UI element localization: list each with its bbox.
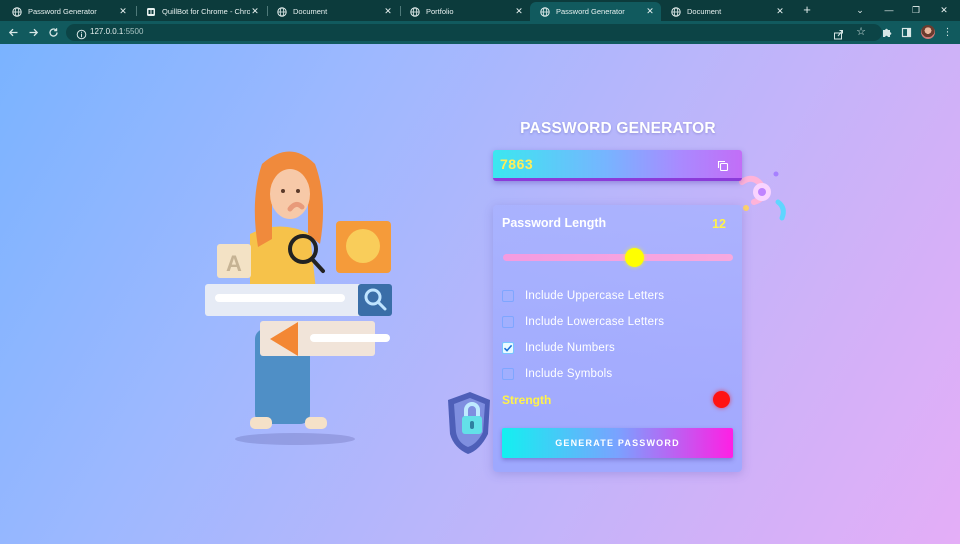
decorative-cursor-icon — [739, 171, 786, 221]
browser-tab-strip: Password Generator ✕ QuillBot for Chrome… — [0, 0, 960, 21]
tab-title: Document — [687, 7, 722, 16]
strength-indicator — [713, 391, 730, 408]
address-bar[interactable]: 127.0.0.1:5500 ☆ — [66, 24, 882, 41]
tab-search-icon[interactable]: ⌄ — [853, 3, 867, 17]
new-tab-button[interactable]: + — [800, 3, 814, 17]
option-label: Include Numbers — [525, 342, 615, 354]
bookmark-star-icon[interactable]: ☆ — [856, 25, 866, 38]
close-tab-icon[interactable]: ✕ — [383, 6, 393, 17]
globe-icon — [410, 6, 420, 17]
svg-text:A: A — [226, 251, 242, 276]
minimize-icon[interactable]: — — [882, 3, 896, 17]
back-icon[interactable] — [7, 26, 20, 39]
app-title: PASSWORD GENERATOR — [520, 120, 716, 137]
girl-with-search-bar-illustration: A — [205, 151, 392, 445]
globe-icon — [540, 6, 550, 17]
close-tab-icon[interactable]: ✕ — [250, 6, 260, 17]
reload-icon[interactable] — [47, 26, 60, 39]
url-port: :5500 — [123, 27, 144, 36]
password-length-value: 12 — [712, 217, 726, 231]
length-slider-thumb[interactable] — [625, 248, 644, 267]
option-label: Include Symbols — [525, 368, 613, 380]
generated-password: 7863 — [500, 156, 534, 172]
tab-password-generator-active[interactable]: Password Generator ✕ — [530, 2, 661, 21]
restore-icon[interactable]: ❐ — [909, 3, 923, 17]
padlock-shield-icon — [448, 392, 490, 454]
tab-password-generator-1[interactable]: Password Generator ✕ — [2, 2, 134, 21]
option-lowercase[interactable]: Include Lowercase Letters — [502, 314, 732, 330]
tab-title: Password Generator — [556, 7, 625, 16]
tab-title: QuillBot for Chrome - Chro — [162, 7, 250, 16]
tab-title: Password Generator — [28, 7, 97, 16]
forward-icon[interactable] — [27, 26, 40, 39]
password-display: 7863 — [493, 150, 742, 181]
quillbot-icon — [146, 7, 156, 17]
site-info-icon[interactable] — [76, 27, 87, 40]
url-text: 127.0.0.1:5500 — [90, 27, 143, 36]
globe-icon — [671, 6, 681, 17]
close-tab-icon[interactable]: ✕ — [645, 6, 655, 17]
globe-icon — [277, 6, 287, 17]
options-card: Password Length 12 Include Uppercase Let… — [493, 205, 742, 472]
option-label: Include Uppercase Letters — [525, 290, 665, 302]
browser-toolbar: 127.0.0.1:5500 ☆ ⋮ — [0, 21, 960, 44]
password-length-label: Password Length — [502, 216, 607, 230]
tab-title: Portfolio — [426, 7, 454, 16]
length-slider[interactable] — [503, 248, 733, 267]
share-icon[interactable] — [833, 27, 844, 40]
symbols-checkbox[interactable] — [502, 368, 514, 380]
numbers-checkbox[interactable] — [502, 342, 514, 354]
extensions-puzzle-icon[interactable] — [880, 26, 893, 39]
uppercase-checkbox[interactable] — [502, 290, 514, 302]
tab-document-1[interactable]: Document ✕ — [267, 2, 399, 21]
lowercase-checkbox[interactable] — [502, 316, 514, 328]
page-viewport: A PASSWORD GENERATOR 7863 Password Lengt… — [0, 44, 960, 544]
copy-icon[interactable] — [717, 159, 729, 172]
checkmark-icon — [503, 344, 513, 352]
option-uppercase[interactable]: Include Uppercase Letters — [502, 288, 732, 304]
close-window-icon[interactable]: ✕ — [937, 3, 951, 17]
close-tab-icon[interactable]: ✕ — [514, 6, 524, 17]
option-numbers[interactable]: Include Numbers — [502, 340, 732, 356]
side-panel-icon[interactable] — [900, 26, 913, 39]
option-symbols[interactable]: Include Symbols — [502, 366, 732, 382]
tab-title: Document — [293, 7, 328, 16]
profile-avatar[interactable] — [921, 25, 935, 39]
globe-icon — [12, 6, 22, 17]
menu-kebab-icon[interactable]: ⋮ — [941, 26, 954, 39]
url-host: 127.0.0.1 — [90, 27, 124, 36]
option-label: Include Lowercase Letters — [525, 316, 665, 328]
tab-quillbot[interactable]: QuillBot for Chrome - Chro ✕ — [136, 2, 266, 21]
strength-label: Strength — [502, 393, 552, 407]
close-tab-icon[interactable]: ✕ — [775, 6, 785, 17]
close-tab-icon[interactable]: ✕ — [118, 6, 128, 17]
tab-portfolio[interactable]: Portfolio ✕ — [400, 2, 530, 21]
generate-password-button[interactable]: GENERATE PASSWORD — [502, 428, 733, 458]
tab-document-2[interactable]: Document ✕ — [661, 2, 791, 21]
